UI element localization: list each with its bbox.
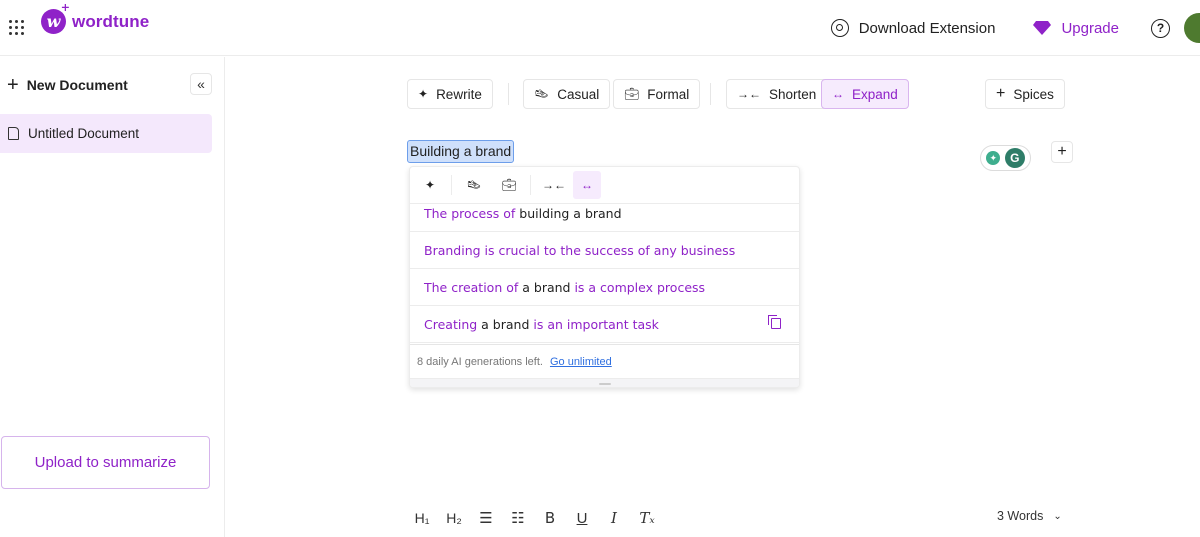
add-block-button[interactable]: + [1051, 141, 1073, 163]
suggestion-item[interactable]: Branding is crucial to the success of an… [410, 232, 799, 269]
sidebar: + New Document « Untitled Document Uploa… [0, 57, 225, 537]
toolbar-divider [710, 83, 711, 105]
expand-arrows-icon[interactable]: ↔ [573, 171, 601, 199]
formal-button[interactable]: 💼︎ Formal [613, 79, 701, 109]
formal-briefcase-icon[interactable]: 💼︎ [495, 171, 523, 199]
chrome-icon [830, 19, 849, 37]
changed-text: Creating [424, 316, 478, 332]
generations-left-text: 8 daily AI generations left. [417, 355, 543, 368]
bullet-list-button[interactable]: ☰ [472, 504, 500, 532]
changed-text: The creation of [424, 279, 523, 295]
document-item-untitled[interactable]: Untitled Document [0, 114, 212, 153]
avatar[interactable] [1184, 13, 1200, 43]
spices-button[interactable]: + Spices [985, 79, 1065, 109]
expand-button[interactable]: ↔ Expand [821, 79, 909, 109]
sparkle-icon: ✦ [418, 87, 429, 101]
new-document-label: New Document [26, 77, 128, 93]
plus-icon: + [996, 85, 1006, 102]
casual-sneaker-icon[interactable]: 👟︎ [460, 171, 488, 199]
rewrite-sparkle-icon[interactable]: ✦ [416, 171, 444, 199]
file-icon [8, 127, 19, 140]
shorten-button[interactable]: →← Shorten [726, 79, 828, 109]
numbered-list-button[interactable]: ☷ [504, 504, 532, 532]
clear-format-button[interactable]: Tₓ [633, 504, 661, 532]
changed-text: is a complex process [570, 279, 706, 295]
wordtune-logo-icon: w [41, 1, 70, 34]
original-text: a brand [522, 279, 571, 295]
popup-divider [530, 175, 531, 195]
popup-divider [451, 175, 452, 195]
casual-button[interactable]: 👟︎ Casual [523, 79, 611, 109]
copy-icon[interactable] [768, 315, 781, 329]
apps-grid-icon[interactable] [9, 20, 24, 35]
underline-button[interactable]: U [568, 504, 596, 532]
upload-to-summarize-button[interactable]: Upload to summarize [1, 436, 210, 489]
logo[interactable]: w wordtune [41, 1, 150, 34]
heading1-button[interactable]: H₁ [408, 504, 436, 532]
shorten-label: Shorten [769, 86, 817, 102]
upgrade-button[interactable]: Upgrade [1033, 20, 1119, 37]
changed-text: The process of [424, 206, 520, 221]
original-text: building a brand [519, 206, 622, 221]
sneaker-icon: 👟︎ [534, 87, 550, 101]
chevron-down-icon: ⌄ [1053, 510, 1062, 522]
popup-footer: 8 daily AI generations left. Go unlimite… [410, 344, 799, 378]
toolbar-divider [508, 83, 509, 105]
shrink-arrows-icon: →← [737, 87, 761, 101]
grammarly-icon[interactable]: G [1004, 148, 1025, 168]
shorten-arrows-icon[interactable]: →← [540, 171, 568, 199]
expand-label: Expand [852, 86, 898, 102]
download-extension-button[interactable]: Download Extension [830, 19, 996, 37]
suggestion-item[interactable]: The creation of a brand is a complex pro… [410, 269, 799, 306]
changed-text: is an important task [529, 316, 659, 332]
top-bar: w wordtune Download Extension Upgrade ? [0, 0, 1200, 56]
formal-label: Formal [647, 86, 690, 102]
upgrade-label: Upgrade [1061, 19, 1119, 37]
suggestion-item[interactable]: Creating a brand is an important task [410, 306, 799, 343]
word-count-dropdown[interactable]: 3 Words ⌄ [997, 509, 1062, 523]
expand-arrows-icon: ↔ [832, 87, 844, 101]
brand-name: wordtune [72, 11, 150, 31]
spices-label: Spices [1013, 86, 1054, 102]
rewrite-button[interactable]: ✦ Rewrite [407, 79, 493, 109]
original-text: a brand [477, 316, 530, 332]
lightbulb-icon[interactable]: ✦ [986, 151, 1001, 165]
document-title: Untitled Document [28, 126, 140, 141]
italic-button[interactable]: I [600, 504, 628, 532]
rewrite-label: Rewrite [436, 86, 482, 102]
suggestion-item[interactable]: The process of building a brand [410, 204, 799, 232]
casual-label: Casual [557, 86, 600, 102]
popup-toolbar: ✦ 👟︎ 💼︎ →← ↔ [410, 167, 799, 204]
bold-button[interactable]: B [536, 504, 564, 532]
go-unlimited-link[interactable]: Go unlimited [550, 356, 612, 368]
new-document-button[interactable]: + New Document [7, 74, 128, 96]
plus-icon: + [7, 74, 19, 96]
assistant-actions: ✦ G [980, 145, 1031, 171]
collapse-sidebar-button[interactable]: « [190, 73, 212, 95]
help-icon[interactable]: ? [1151, 18, 1170, 38]
download-extension-label: Download Extension [858, 19, 996, 37]
resize-handle[interactable] [410, 378, 799, 387]
diamond-icon [1033, 21, 1052, 35]
selected-text[interactable]: Building a brand [407, 140, 515, 163]
changed-text: Branding is crucial to the success of an… [424, 242, 736, 258]
briefcase-icon: 💼︎ [624, 87, 640, 101]
heading2-button[interactable]: H₂ [440, 504, 468, 532]
word-count-label: 3 Words [997, 509, 1044, 523]
suggestions-popup: ✦ 👟︎ 💼︎ →← ↔ The process of building a b… [409, 166, 800, 388]
